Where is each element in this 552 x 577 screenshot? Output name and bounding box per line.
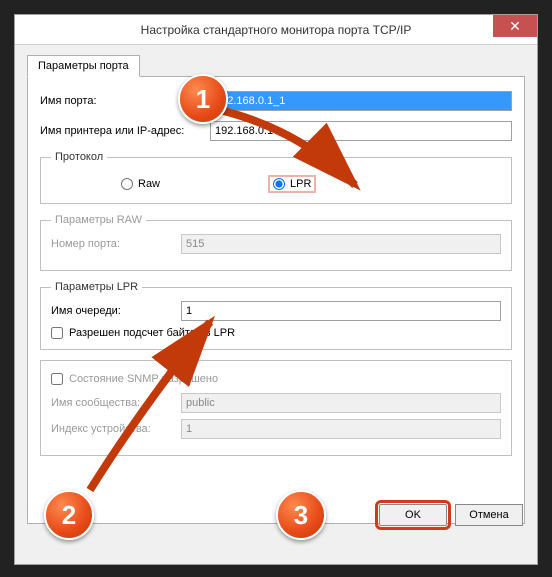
printer-input[interactable] xyxy=(210,121,512,141)
raw-legend: Параметры RAW xyxy=(51,214,146,226)
tabstrip: Параметры порта xyxy=(27,55,525,77)
annotation-badge-1: 1 xyxy=(178,74,228,124)
protocol-legend: Протокол xyxy=(51,151,107,163)
snmp-enable-label: Состояние SNMP разрешено xyxy=(69,373,218,385)
annotation-badge-3: 3 xyxy=(276,490,326,540)
raw-port-input xyxy=(181,234,501,254)
row-printer: Имя принтера или IP-адрес: xyxy=(40,121,512,141)
row-community: Имя сообщества: xyxy=(51,393,501,413)
row-lpr-count: Разрешен подсчет байтов в LPR xyxy=(51,327,501,339)
lpr-count-label: Разрешен подсчет байтов в LPR xyxy=(69,327,235,339)
row-raw-port: Номер порта: xyxy=(51,234,501,254)
tab-panel: Имя порта: Имя принтера или IP-адрес: Пр… xyxy=(27,76,525,524)
lpr-group: Параметры LPR Имя очереди: Разрешен подс… xyxy=(40,281,512,350)
queue-label: Имя очереди: xyxy=(51,305,181,317)
printer-label: Имя принтера или IP-адрес: xyxy=(40,125,210,137)
close-icon: ✕ xyxy=(509,18,521,35)
community-label: Имя сообщества: xyxy=(51,397,181,409)
row-port-name: Имя порта: xyxy=(40,91,512,111)
community-input xyxy=(181,393,501,413)
window-title: Настройка стандартного монитора порта TC… xyxy=(15,23,537,37)
row-snmp-enable: Состояние SNMP разрешено xyxy=(51,373,501,385)
ok-button[interactable]: OK xyxy=(379,504,447,526)
radio-raw-label: Raw xyxy=(138,178,160,190)
device-index-input xyxy=(181,419,501,439)
lpr-legend: Параметры LPR xyxy=(51,281,142,293)
radio-lpr-input[interactable] xyxy=(273,178,285,190)
cancel-button[interactable]: Отмена xyxy=(455,504,523,526)
tab-port-params[interactable]: Параметры порта xyxy=(27,55,140,77)
port-name-input[interactable] xyxy=(210,91,512,111)
device-index-label: Индекс устройства: xyxy=(51,423,181,435)
row-device-index: Индекс устройства: xyxy=(51,419,501,439)
radio-raw[interactable]: Raw xyxy=(121,178,160,190)
dialog-window: Настройка стандартного монитора порта TC… xyxy=(14,14,538,565)
lpr-count-checkbox[interactable] xyxy=(51,327,63,339)
dialog-buttons: OK Отмена xyxy=(379,504,523,526)
row-queue: Имя очереди: xyxy=(51,301,501,321)
close-button[interactable]: ✕ xyxy=(493,15,537,37)
client-area: Параметры порта Имя порта: Имя принтера … xyxy=(15,45,537,536)
radio-raw-input[interactable] xyxy=(121,178,133,190)
annotation-badge-2: 2 xyxy=(44,490,94,540)
queue-input[interactable] xyxy=(181,301,501,321)
snmp-enable-checkbox[interactable] xyxy=(51,373,63,385)
raw-group: Параметры RAW Номер порта: xyxy=(40,214,512,271)
titlebar: Настройка стандартного монитора порта TC… xyxy=(15,15,537,45)
radio-lpr-label: LPR xyxy=(290,178,311,190)
radio-lpr[interactable]: LPR xyxy=(270,177,314,191)
protocol-options: Raw LPR xyxy=(51,171,501,193)
raw-port-label: Номер порта: xyxy=(51,238,181,250)
protocol-group: Протокол Raw LPR xyxy=(40,151,512,204)
snmp-group: Состояние SNMP разрешено Имя сообщества:… xyxy=(40,360,512,456)
